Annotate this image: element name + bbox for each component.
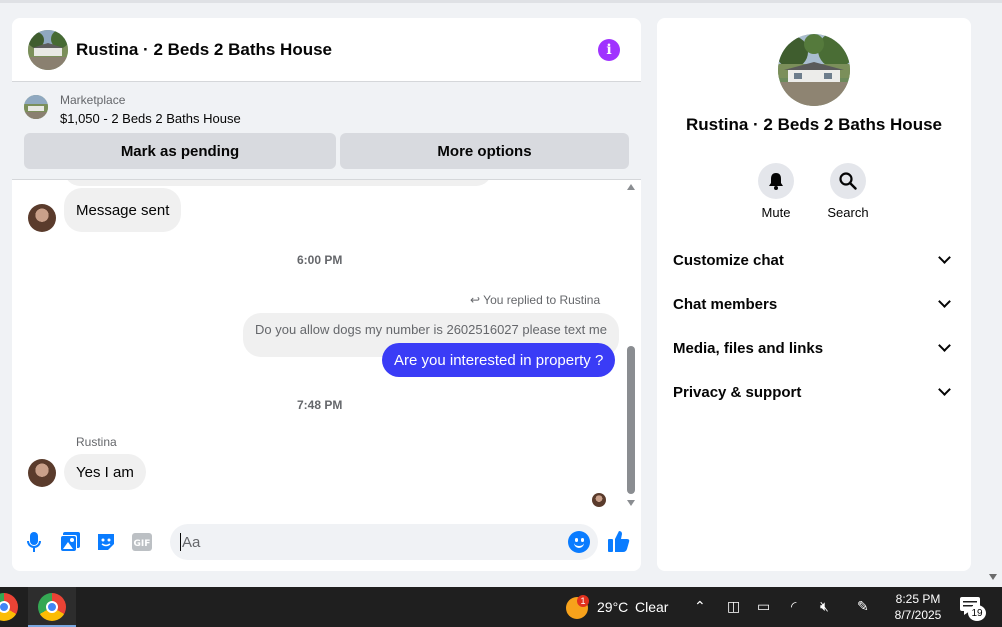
listing-thumbnail[interactable] — [24, 95, 48, 119]
message-composer: GIF — [12, 521, 641, 565]
mute-label: Mute — [761, 205, 791, 220]
svg-text:GIF: GIF — [134, 539, 151, 549]
browser-top-strip — [0, 0, 1002, 3]
photo-icon[interactable] — [59, 531, 81, 553]
chat-panel: Rustina · 2 Beds 2 Baths House i Marketp… — [12, 18, 641, 571]
clock[interactable]: 8:25 PM 8/7/2025 — [891, 591, 945, 623]
outgoing-message[interactable]: Are you interested in property ? — [382, 343, 616, 377]
message-list: Message sent 6:00 PM ↩ You replied to Ru… — [12, 180, 641, 511]
chat-header: Rustina · 2 Beds 2 Baths House i — [12, 18, 641, 82]
listing-title[interactable]: $1,050 - 2 Beds 2 Baths House — [60, 111, 241, 126]
bell-icon[interactable] — [758, 163, 794, 199]
battery-icon[interactable]: ▭ — [757, 599, 770, 615]
search-label: Search — [827, 205, 869, 220]
chevron-down-icon — [938, 383, 951, 396]
message-input-wrapper — [170, 524, 598, 560]
scroll-thumb[interactable] — [627, 346, 635, 494]
notification-count: 19 — [968, 605, 986, 621]
chevron-down-icon — [938, 295, 951, 308]
sender-avatar[interactable] — [28, 204, 56, 232]
info-icon[interactable]: i — [598, 39, 620, 61]
chevron-down-icon — [938, 339, 951, 352]
customize-chat-section[interactable]: Customize chat — [673, 246, 955, 274]
section-label: Chat members — [673, 295, 778, 313]
chat-details-panel: Rustina · 2 Beds 2 Baths House Mute Sear… — [657, 18, 971, 571]
thumbs-up-icon[interactable] — [608, 530, 630, 552]
microphone-icon[interactable] — [23, 531, 45, 553]
chrome-app-icon[interactable] — [0, 593, 18, 621]
search-icon[interactable] — [830, 163, 866, 199]
section-label: Customize chat — [673, 251, 784, 269]
reply-icon: ↩ — [470, 293, 484, 307]
chevron-down-icon — [938, 251, 951, 264]
incoming-message[interactable]: Yes I am — [64, 454, 146, 490]
sender-name: Rustina — [76, 435, 117, 449]
section-label: Privacy & support — [673, 383, 802, 401]
mark-as-pending-button[interactable]: Mark as pending — [24, 133, 336, 169]
mute-button[interactable]: Mute — [746, 163, 806, 220]
clock-time: 8:25 PM — [895, 592, 941, 606]
marketplace-label: Marketplace — [60, 93, 126, 107]
search-button[interactable]: Search — [818, 163, 878, 220]
chat-avatar[interactable] — [28, 30, 68, 70]
clock-date: 8/7/2025 — [894, 608, 942, 622]
profile-avatar[interactable] — [778, 34, 850, 106]
emoji-icon[interactable] — [568, 531, 590, 553]
temperature[interactable]: 29°C — [597, 599, 628, 615]
seen-indicator-avatar — [592, 493, 606, 507]
chat-members-section[interactable]: Chat members — [673, 290, 955, 318]
text-cursor — [180, 533, 181, 551]
timestamp: 7:48 PM — [297, 398, 343, 412]
chrome-profile-icon[interactable] — [38, 593, 66, 621]
weather-badge: 1 — [577, 595, 589, 607]
timestamp: 6:00 PM — [297, 253, 343, 267]
wifi-icon[interactable]: ◜ — [791, 599, 796, 615]
meet-now-icon[interactable]: ◫ — [727, 599, 740, 615]
speaker-muted-icon[interactable]: 🔇︎ — [820, 599, 829, 615]
previous-message-bubble — [64, 180, 492, 186]
scroll-down-arrow-icon[interactable] — [627, 500, 635, 506]
message-input[interactable] — [182, 524, 562, 560]
reply-note-text: You replied to Rustina — [483, 293, 601, 307]
page-scroll-down-arrow-icon[interactable] — [989, 574, 997, 580]
taskbar: 1 29°C Clear ⌃ ◫ ▭ ◜ 🔇︎ ✎ 8:25 PM 8/7/20… — [0, 587, 1002, 627]
media-files-links-section[interactable]: Media, files and links — [673, 334, 955, 362]
privacy-support-section[interactable]: Privacy & support — [673, 378, 955, 406]
gif-icon[interactable]: GIF — [131, 531, 153, 553]
chat-title[interactable]: Rustina · 2 Beds 2 Baths House — [76, 40, 332, 60]
more-options-button[interactable]: More options — [340, 133, 629, 169]
message-bubble[interactable]: Message sent — [64, 188, 182, 232]
chevron-up-icon[interactable]: ⌃ — [694, 599, 706, 615]
message-scrollbar[interactable] — [624, 180, 638, 511]
pen-icon[interactable]: ✎ — [857, 599, 869, 615]
profile-title: Rustina · 2 Beds 2 Baths House — [685, 115, 942, 134]
scroll-up-arrow-icon[interactable] — [627, 184, 635, 190]
weather-condition[interactable]: Clear — [635, 599, 668, 615]
sticker-icon[interactable] — [95, 531, 117, 553]
section-label: Media, files and links — [673, 339, 824, 357]
reply-note: ↩ You replied to Rustina — [470, 293, 600, 307]
active-taskbar-app[interactable] — [28, 587, 76, 627]
marketplace-banner: Marketplace $1,050 - 2 Beds 2 Baths Hous… — [12, 82, 641, 180]
sender-avatar[interactable] — [28, 459, 56, 487]
